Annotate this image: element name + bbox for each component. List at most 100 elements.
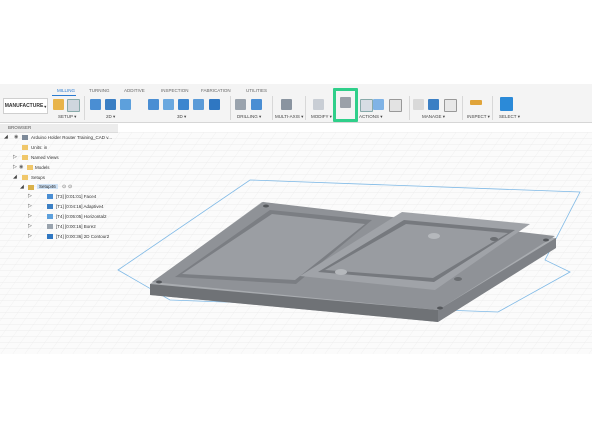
tab-inspection[interactable]: INSPECTION xyxy=(161,88,189,93)
divider xyxy=(230,96,231,120)
group-modify[interactable]: MODIFY ▾ xyxy=(311,114,332,120)
eye-icon[interactable]: ◉ xyxy=(14,134,18,140)
corner-hole xyxy=(437,306,443,310)
operation-item[interactable]: [T4] [0:00:16] Bore2 xyxy=(56,224,96,229)
setup-sheet-icon[interactable] xyxy=(67,99,80,112)
tab-additive[interactable]: ADDITIVE xyxy=(124,88,145,93)
divider xyxy=(409,96,410,120)
tool-library-icon[interactable] xyxy=(413,99,424,110)
group-manage[interactable]: MANAGE ▾ xyxy=(422,114,445,120)
thread-icon[interactable] xyxy=(251,99,262,110)
setup-icon[interactable] xyxy=(53,99,64,110)
corner-hole xyxy=(263,204,269,208)
group-setup[interactable]: SETUP ▾ xyxy=(58,114,76,120)
boss xyxy=(335,269,347,275)
group-drilling[interactable]: DRILLING ▾ xyxy=(237,114,261,120)
eye-icon[interactable]: ◉ xyxy=(19,164,23,170)
toolpath-icon xyxy=(47,194,53,199)
browser-setup-item[interactable]: Setup46 xyxy=(37,184,58,189)
3d-pocket-icon[interactable] xyxy=(163,99,174,110)
collapse-icon[interactable]: ◢ xyxy=(20,184,24,190)
contour-icon[interactable] xyxy=(209,99,220,110)
group-label: DRILLING xyxy=(237,114,258,119)
group-label: INSPECT xyxy=(467,114,487,119)
eye-icon[interactable]: ⊙ xyxy=(68,184,72,190)
group-multi-axis[interactable]: MULTI-AXIS ▾ xyxy=(275,114,303,120)
operation-item[interactable]: [T3] [0:01:01] Face4 xyxy=(56,194,96,199)
3d-adaptive-icon[interactable] xyxy=(148,99,159,110)
measure-icon[interactable] xyxy=(470,100,482,105)
manage-library-icon[interactable] xyxy=(428,99,439,110)
expand-icon[interactable]: ▷ xyxy=(28,223,32,229)
tab-fabrication[interactable]: FABRICATION xyxy=(201,88,231,93)
group-label: SETUP xyxy=(58,114,73,119)
expand-icon[interactable]: ▷ xyxy=(13,164,17,170)
group-label: 3D xyxy=(177,114,183,119)
collapse-icon[interactable]: ◢ xyxy=(4,134,8,140)
canvas-viewport[interactable] xyxy=(0,132,592,354)
group-label: MANAGE xyxy=(422,114,442,119)
divider xyxy=(462,96,463,120)
browser-units[interactable]: Units: in xyxy=(31,145,47,150)
group-2d[interactable]: 2D ▾ xyxy=(106,114,115,120)
group-label: SELECT xyxy=(499,114,517,119)
generate-icon[interactable] xyxy=(373,99,384,110)
tab-turning[interactable]: TURNING xyxy=(89,88,110,93)
browser-named-views[interactable]: Named Views xyxy=(31,155,59,160)
steep-shallow-icon[interactable] xyxy=(178,99,189,110)
expand-icon[interactable]: ▷ xyxy=(28,213,32,219)
group-actions[interactable]: ACTIONS ▾ xyxy=(359,114,383,120)
operation-item[interactable]: [T1] [0:04:16] Adaptive4 xyxy=(56,204,104,209)
group-select[interactable]: SELECT ▾ xyxy=(499,114,520,120)
operation-item[interactable]: [T4] [0:05:05] Horizontal2 xyxy=(56,214,107,219)
workspace-label: MANUFACTURE xyxy=(4,103,44,109)
drill-icon[interactable] xyxy=(235,99,246,110)
2d-pocket-icon[interactable] xyxy=(105,99,116,110)
browser-title: BROWSER xyxy=(8,125,32,130)
group-label: ACTIONS xyxy=(359,114,380,119)
expand-icon[interactable]: ▷ xyxy=(28,193,32,199)
document-icon xyxy=(22,135,28,140)
corner-hole xyxy=(543,238,549,242)
tab-utilities[interactable]: UTILITIES xyxy=(246,88,267,93)
units-icon xyxy=(22,145,28,150)
manage-doc-icon[interactable] xyxy=(444,99,457,112)
group-label: 2D xyxy=(106,114,112,119)
hole xyxy=(454,277,462,281)
divider xyxy=(305,96,306,120)
scallop-icon[interactable] xyxy=(193,99,204,110)
workspace-switcher-button[interactable]: MANUFACTURE ▾ xyxy=(3,98,48,114)
setup-sheet-doc-icon[interactable] xyxy=(389,99,402,112)
collapse-icon[interactable]: ◢ xyxy=(13,174,17,180)
toolpath-icon xyxy=(47,204,53,209)
operation-item[interactable]: [T4] [0:00:36] 2D Contour2 xyxy=(56,234,109,239)
boss xyxy=(428,233,440,239)
group-3d[interactable]: 3D ▾ xyxy=(177,114,186,120)
select-icon[interactable] xyxy=(500,97,513,111)
tab-milling[interactable]: MILLING xyxy=(57,88,75,93)
browser-setups[interactable]: Setups xyxy=(31,175,45,180)
simulate-highlight xyxy=(333,88,358,122)
divider xyxy=(492,96,493,120)
expand-icon[interactable]: ▷ xyxy=(28,203,32,209)
multi-axis-icon[interactable] xyxy=(281,99,292,110)
toolpath-icon xyxy=(47,214,53,219)
2d-adaptive-icon[interactable] xyxy=(90,99,101,110)
post-process-icon[interactable] xyxy=(360,99,373,112)
browser-models[interactable]: Models xyxy=(35,165,50,170)
expand-icon[interactable]: ▷ xyxy=(13,154,17,160)
folder-icon xyxy=(27,165,33,170)
face-icon[interactable] xyxy=(120,99,131,110)
folder-icon xyxy=(22,175,28,180)
expand-icon[interactable]: ▷ xyxy=(28,233,32,239)
divider xyxy=(272,96,273,120)
group-inspect[interactable]: INSPECT ▾ xyxy=(467,114,490,120)
gear-icon[interactable]: ⊙ xyxy=(62,184,66,190)
active-tab-indicator xyxy=(52,95,76,96)
divider xyxy=(84,96,85,120)
browser-document-name[interactable]: Arduino Holder Router Training_CAD v... xyxy=(31,135,112,140)
modify-icon[interactable] xyxy=(313,99,324,110)
toolpath-icon xyxy=(47,234,53,239)
setup-icon xyxy=(28,185,34,190)
corner-hole xyxy=(156,280,162,284)
